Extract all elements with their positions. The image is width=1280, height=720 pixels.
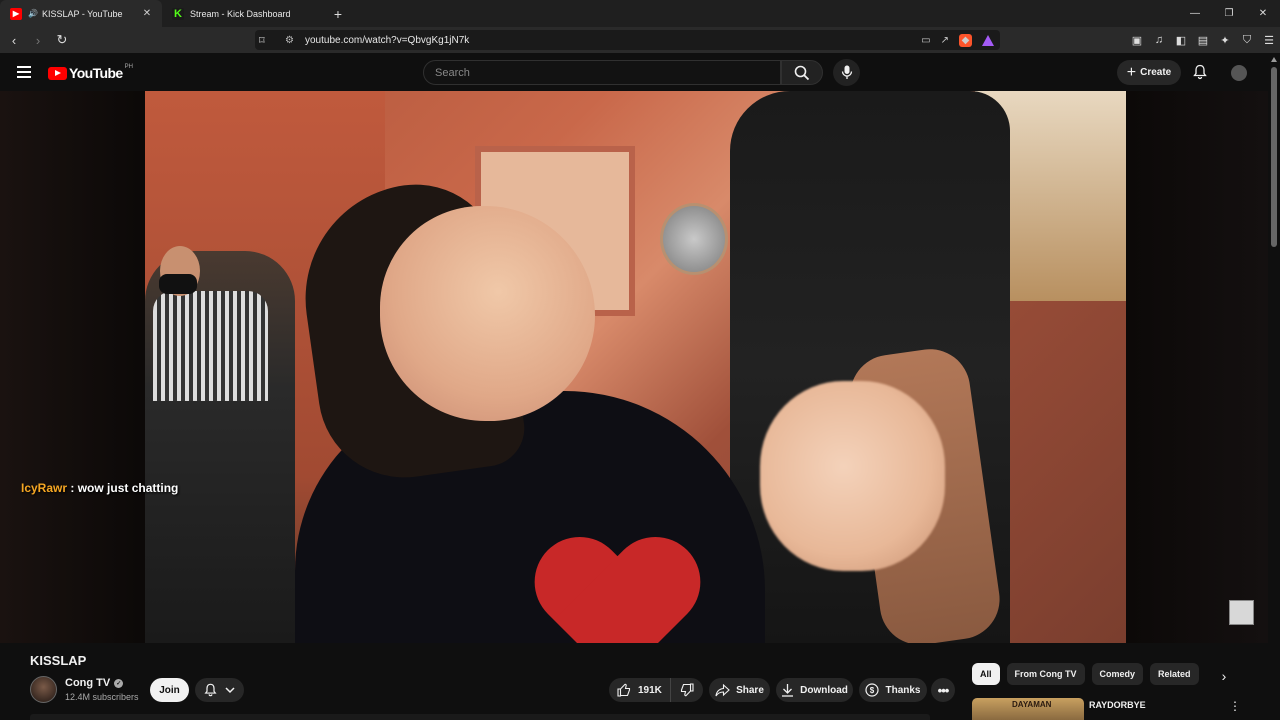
- url-text[interactable]: youtube.com/watch?v=QbvgKg1jN7k: [305, 35, 469, 46]
- youtube-logo[interactable]: YouTube PH: [48, 64, 133, 81]
- svg-text:$: $: [870, 686, 875, 695]
- chip-comedy[interactable]: Comedy: [1091, 663, 1144, 685]
- chevron-down-icon: [225, 686, 235, 693]
- thumbs-up-icon: [617, 683, 631, 697]
- subscription-notifications-button[interactable]: [195, 678, 244, 702]
- extension-icon[interactable]: ▣: [1130, 31, 1144, 49]
- tab-title: Stream - Kick Dashboard: [190, 8, 291, 19]
- youtube-favicon-icon: ▶: [10, 7, 22, 20]
- browser-tab-kick[interactable]: K Stream - Kick Dashboard: [162, 0, 324, 27]
- plus-icon: +: [1126, 63, 1137, 81]
- video-title: KISSLAP: [30, 653, 87, 668]
- thanks-button[interactable]: $ Thanks: [859, 678, 927, 702]
- chip-from-channel[interactable]: From Cong TV: [1006, 663, 1085, 685]
- close-tab-icon[interactable]: ✕: [140, 8, 154, 19]
- bell-icon: [1193, 64, 1207, 80]
- brave-rewards-icon[interactable]: [982, 34, 994, 46]
- wallet-icon[interactable]: ▤: [1196, 31, 1210, 49]
- channel-avatar[interactable]: [30, 676, 57, 703]
- chip-related[interactable]: Related: [1150, 663, 1199, 685]
- related-filter-chips: All From Cong TV Comedy Related: [972, 663, 1199, 685]
- video-frame[interactable]: [145, 91, 1126, 643]
- share-button[interactable]: Share: [709, 678, 770, 702]
- speaker-icon[interactable]: 🔊: [28, 9, 38, 18]
- brave-shields-icon[interactable]: ◆: [959, 33, 972, 47]
- cast-icon[interactable]: ▭: [921, 35, 930, 46]
- youtube-masthead: YouTube PH Search + Create: [0, 53, 1268, 91]
- description-box[interactable]: [30, 714, 930, 720]
- recommendation-title[interactable]: RAYDORBYE: [1089, 700, 1146, 710]
- share-page-icon[interactable]: ↗: [941, 35, 949, 46]
- more-vert-icon[interactable]: ⋮: [1229, 699, 1241, 713]
- sidebar-icon[interactable]: ◧: [1174, 31, 1188, 49]
- scroll-thumb[interactable]: [1271, 67, 1277, 247]
- more-actions-button[interactable]: •••: [931, 678, 955, 702]
- page-scrollbar[interactable]: [1268, 53, 1280, 720]
- bell-icon: [204, 683, 217, 697]
- channel-name[interactable]: Cong TV ✓: [65, 677, 124, 689]
- reload-icon[interactable]: ↻: [52, 30, 72, 50]
- vpn-icon[interactable]: ⛉: [1240, 31, 1254, 49]
- like-button[interactable]: 191K: [609, 678, 671, 702]
- site-info-icon[interactable]: ⚙: [285, 35, 294, 46]
- youtube-play-logo-icon: [48, 66, 67, 80]
- guide-menu-icon[interactable]: [17, 66, 31, 78]
- new-tab-button[interactable]: +: [324, 0, 352, 27]
- verified-icon: ✓: [114, 678, 124, 688]
- media-icon[interactable]: ♫: [1152, 31, 1166, 49]
- heart-shirt-print: [530, 541, 700, 643]
- create-button[interactable]: + Create: [1117, 60, 1181, 85]
- close-window-icon[interactable]: ✕: [1246, 0, 1280, 27]
- thumbs-down-icon: [680, 683, 694, 697]
- back-icon[interactable]: ‹: [4, 30, 24, 50]
- chat-overlay-message: IcyRawr : wow just chatting: [21, 481, 178, 495]
- like-count: 191K: [638, 684, 662, 696]
- super-thanks-icon: $: [865, 683, 880, 697]
- chip-all[interactable]: All: [972, 663, 1000, 685]
- leo-ai-icon[interactable]: ✦: [1218, 31, 1232, 49]
- forward-icon[interactable]: ›: [28, 30, 48, 50]
- chat-username: IcyRawr: [21, 481, 68, 495]
- like-dislike-group: 191K: [609, 678, 703, 702]
- extensions-bar: ▣ ♫ ◧ ▤ ✦ ⛉ ☰: [1130, 31, 1276, 49]
- menu-icon[interactable]: ☰: [1262, 31, 1276, 49]
- search-icon: [794, 65, 810, 80]
- voice-search-button[interactable]: [833, 59, 860, 86]
- join-button[interactable]: Join: [150, 678, 189, 702]
- restore-icon[interactable]: ❐: [1212, 0, 1246, 27]
- notifications-button[interactable]: [1191, 63, 1209, 81]
- browser-tab-strip: ▶ 🔊 KISSLAP - YouTube ✕ K Stream - Kick …: [0, 0, 1280, 27]
- search-input[interactable]: Search: [423, 60, 781, 85]
- dislike-button[interactable]: [671, 678, 703, 702]
- account-avatar[interactable]: [1231, 65, 1247, 81]
- channel-watermark[interactable]: [1229, 600, 1254, 625]
- minimize-icon[interactable]: —: [1178, 0, 1212, 27]
- window-controls: — ❐ ✕: [1178, 0, 1280, 27]
- subscriber-count: 12.4M subscribers: [65, 692, 139, 702]
- video-player[interactable]: IcyRawr : wow just chatting: [0, 91, 1268, 643]
- chevron-right-icon[interactable]: ›: [1212, 666, 1236, 686]
- bookmark-icon[interactable]: ⌑: [259, 34, 265, 47]
- kick-favicon-icon: K: [172, 7, 184, 20]
- browser-tab-youtube[interactable]: ▶ 🔊 KISSLAP - YouTube ✕: [0, 0, 162, 27]
- tab-title: KISSLAP - YouTube: [41, 8, 123, 19]
- address-bar[interactable]: ⌑ ⚙ youtube.com/watch?v=QbvgKg1jN7k ▭ ↗ …: [255, 30, 1000, 50]
- search-button[interactable]: [781, 60, 823, 85]
- download-icon: [782, 684, 794, 697]
- recommendation-thumbnail[interactable]: DAYAMAN: [972, 698, 1084, 720]
- share-icon: [715, 683, 730, 696]
- download-button[interactable]: Download: [776, 678, 853, 702]
- microphone-icon: [841, 65, 852, 79]
- browser-toolbar: ‹ › ↻ ⌑ ⚙ youtube.com/watch?v=QbvgKg1jN7…: [0, 27, 1280, 53]
- chat-text: : wow just chatting: [70, 481, 179, 495]
- scroll-up-icon[interactable]: [1271, 57, 1277, 62]
